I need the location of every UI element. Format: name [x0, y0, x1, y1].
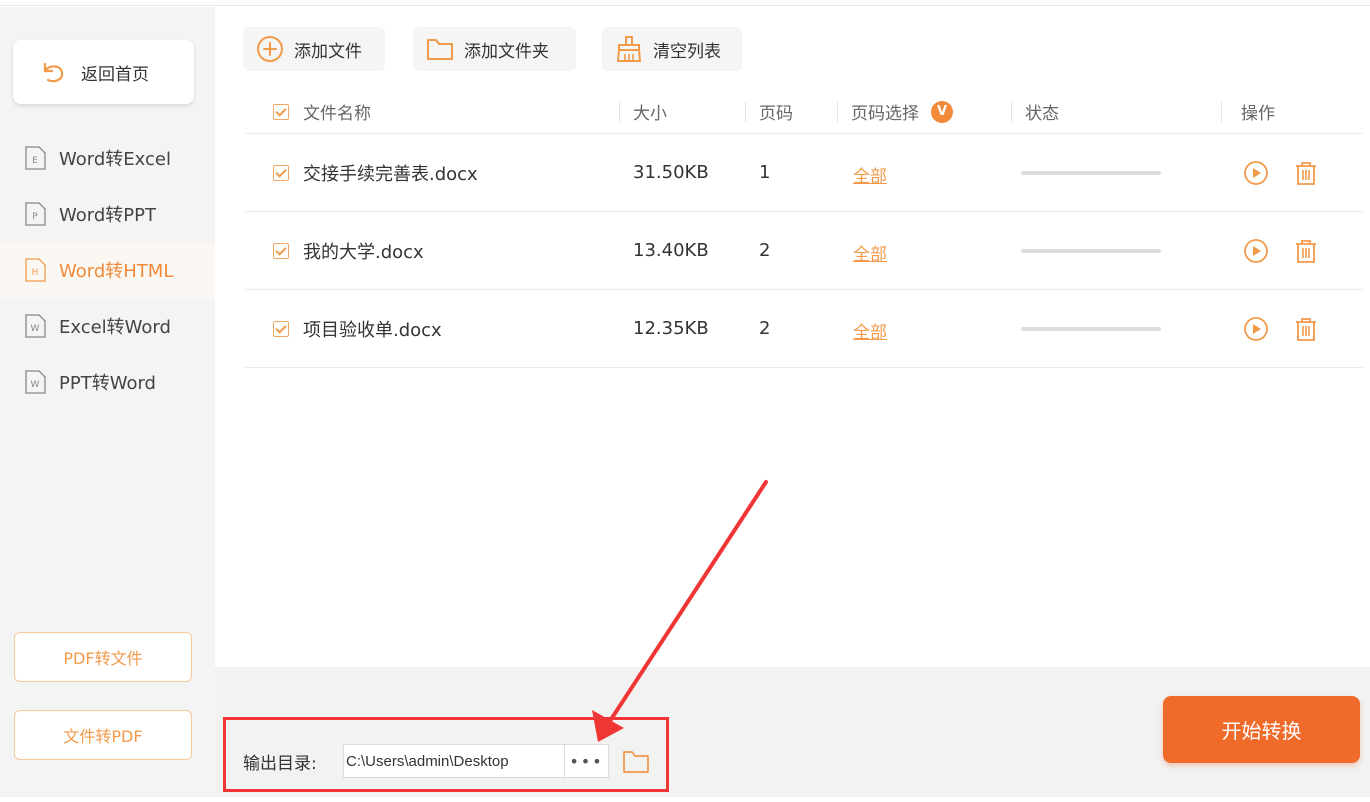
nav-item-excel-to-word[interactable]: W Excel转Word: [0, 298, 215, 354]
status-cell: [1021, 134, 1161, 211]
back-arrow-icon: [43, 62, 64, 83]
header-page-select: 页码选择 V: [851, 90, 953, 133]
row-checkbox[interactable]: [273, 242, 289, 259]
actions-cell: [1242, 134, 1342, 211]
file-table: 文件名称 大小 页码 页码选择 V 状态 操作 交接手续完善表.docx 31.…: [245, 90, 1363, 368]
nav-label: PPT转Word: [59, 373, 156, 394]
add-file-button[interactable]: 添加文件: [243, 27, 385, 71]
header-actions: 操作: [1241, 104, 1275, 124]
broom-icon: [616, 36, 642, 62]
progress-bar: [1021, 248, 1161, 253]
header-name: 文件名称: [303, 104, 371, 124]
nav-icon-letter: W: [31, 380, 40, 390]
status-cell: [1021, 290, 1161, 367]
output-dir-highlight: [223, 717, 669, 792]
column-divider: [619, 102, 620, 122]
clear-list-label: 清空列表: [653, 41, 721, 62]
page-select-link[interactable]: 全部: [853, 314, 887, 343]
file-name: 我的大学.docx: [303, 241, 424, 263]
nav-label: Word转PPT: [59, 205, 156, 226]
play-icon[interactable]: [1242, 315, 1270, 343]
nav-icon-letter: P: [32, 212, 38, 222]
sidebar: 返回首页 E Word转Excel P Word转PPT H Word转HTML: [0, 7, 215, 797]
play-icon[interactable]: [1242, 237, 1270, 265]
column-divider: [745, 102, 746, 122]
excel-doc-icon: E: [25, 146, 46, 170]
table-row: 我的大学.docx 13.40KB 2 全部: [245, 212, 1363, 290]
progress-bar: [1021, 326, 1161, 331]
file-pages: 2: [759, 240, 771, 261]
word-doc-icon: W: [25, 314, 46, 338]
file-size: 31.50KB: [633, 162, 709, 183]
nav-icon-letter: H: [32, 268, 39, 278]
column-divider: [837, 102, 838, 122]
page-select-link[interactable]: 全部: [853, 236, 887, 265]
file-size: 13.40KB: [633, 240, 709, 261]
window-top-border: [0, 0, 1370, 6]
nav-label: Word转HTML: [59, 261, 174, 282]
row-name-cell: 项目验收单.docx: [273, 290, 442, 367]
nav-item-word-to-excel[interactable]: E Word转Excel: [0, 130, 215, 186]
trash-icon[interactable]: [1292, 237, 1320, 265]
file-pages: 2: [759, 318, 771, 339]
html-doc-icon: H: [25, 258, 46, 282]
status-cell: [1021, 212, 1161, 289]
back-home-button[interactable]: 返回首页: [13, 40, 194, 104]
actions-cell: [1242, 290, 1342, 367]
nav-icon-letter: W: [31, 324, 40, 334]
add-folder-label: 添加文件夹: [464, 41, 549, 62]
column-divider: [1221, 102, 1222, 122]
header-size: 大小: [633, 104, 667, 124]
column-divider: [1011, 102, 1012, 122]
row-name-cell: 交接手续完善表.docx: [273, 134, 478, 211]
table-row: 交接手续完善表.docx 31.50KB 1 全部: [245, 134, 1363, 212]
header-pages: 页码: [759, 104, 793, 124]
header-page-select-label: 页码选择: [851, 104, 919, 124]
nav-icon-letter: E: [32, 156, 38, 166]
row-name-cell: 我的大学.docx: [273, 212, 424, 289]
nav-label: Word转Excel: [59, 149, 171, 170]
nav-item-ppt-to-word[interactable]: W PPT转Word: [0, 354, 215, 410]
page-select-cell: 全部: [853, 290, 887, 367]
table-header: 文件名称 大小 页码 页码选择 V 状态 操作: [245, 90, 1363, 134]
trash-icon[interactable]: [1292, 315, 1320, 343]
play-icon[interactable]: [1242, 159, 1270, 187]
file-name: 交接手续完善表.docx: [303, 163, 478, 185]
pdf-to-file-button[interactable]: PDF转文件: [14, 632, 192, 682]
conversion-nav: E Word转Excel P Word转PPT H Word转HTML W Ex…: [0, 130, 215, 410]
nav-item-word-to-html[interactable]: H Word转HTML: [0, 242, 215, 298]
header-status: 状态: [1025, 104, 1059, 124]
table-row: 项目验收单.docx 12.35KB 2 全部: [245, 290, 1363, 368]
nav-label: Excel转Word: [59, 317, 171, 338]
page-select-cell: 全部: [853, 212, 887, 289]
word-doc-icon: W: [25, 370, 46, 394]
page-select-dropdown-icon[interactable]: V: [931, 100, 953, 123]
file-name: 项目验收单.docx: [303, 319, 442, 341]
ppt-doc-icon: P: [25, 202, 46, 226]
page-select-link[interactable]: 全部: [853, 158, 887, 187]
plus-circle-icon: [257, 36, 283, 62]
file-pages: 1: [759, 162, 771, 183]
back-home-label: 返回首页: [81, 64, 149, 85]
actions-cell: [1242, 212, 1342, 289]
page-select-cell: 全部: [853, 134, 887, 211]
file-to-pdf-button[interactable]: 文件转PDF: [14, 710, 192, 760]
row-checkbox[interactable]: [273, 320, 289, 337]
header-name-cell: 文件名称: [273, 90, 371, 133]
row-checkbox[interactable]: [273, 164, 289, 181]
add-file-label: 添加文件: [294, 41, 362, 62]
folder-icon: [427, 39, 453, 60]
select-all-checkbox[interactable]: [273, 103, 289, 120]
trash-icon[interactable]: [1292, 159, 1320, 187]
clear-list-button[interactable]: 清空列表: [602, 27, 742, 71]
file-size: 12.35KB: [633, 318, 709, 339]
add-folder-button[interactable]: 添加文件夹: [413, 27, 576, 71]
nav-item-word-to-ppt[interactable]: P Word转PPT: [0, 186, 215, 242]
start-convert-button[interactable]: 开始转换: [1163, 696, 1360, 763]
progress-bar: [1021, 170, 1161, 175]
